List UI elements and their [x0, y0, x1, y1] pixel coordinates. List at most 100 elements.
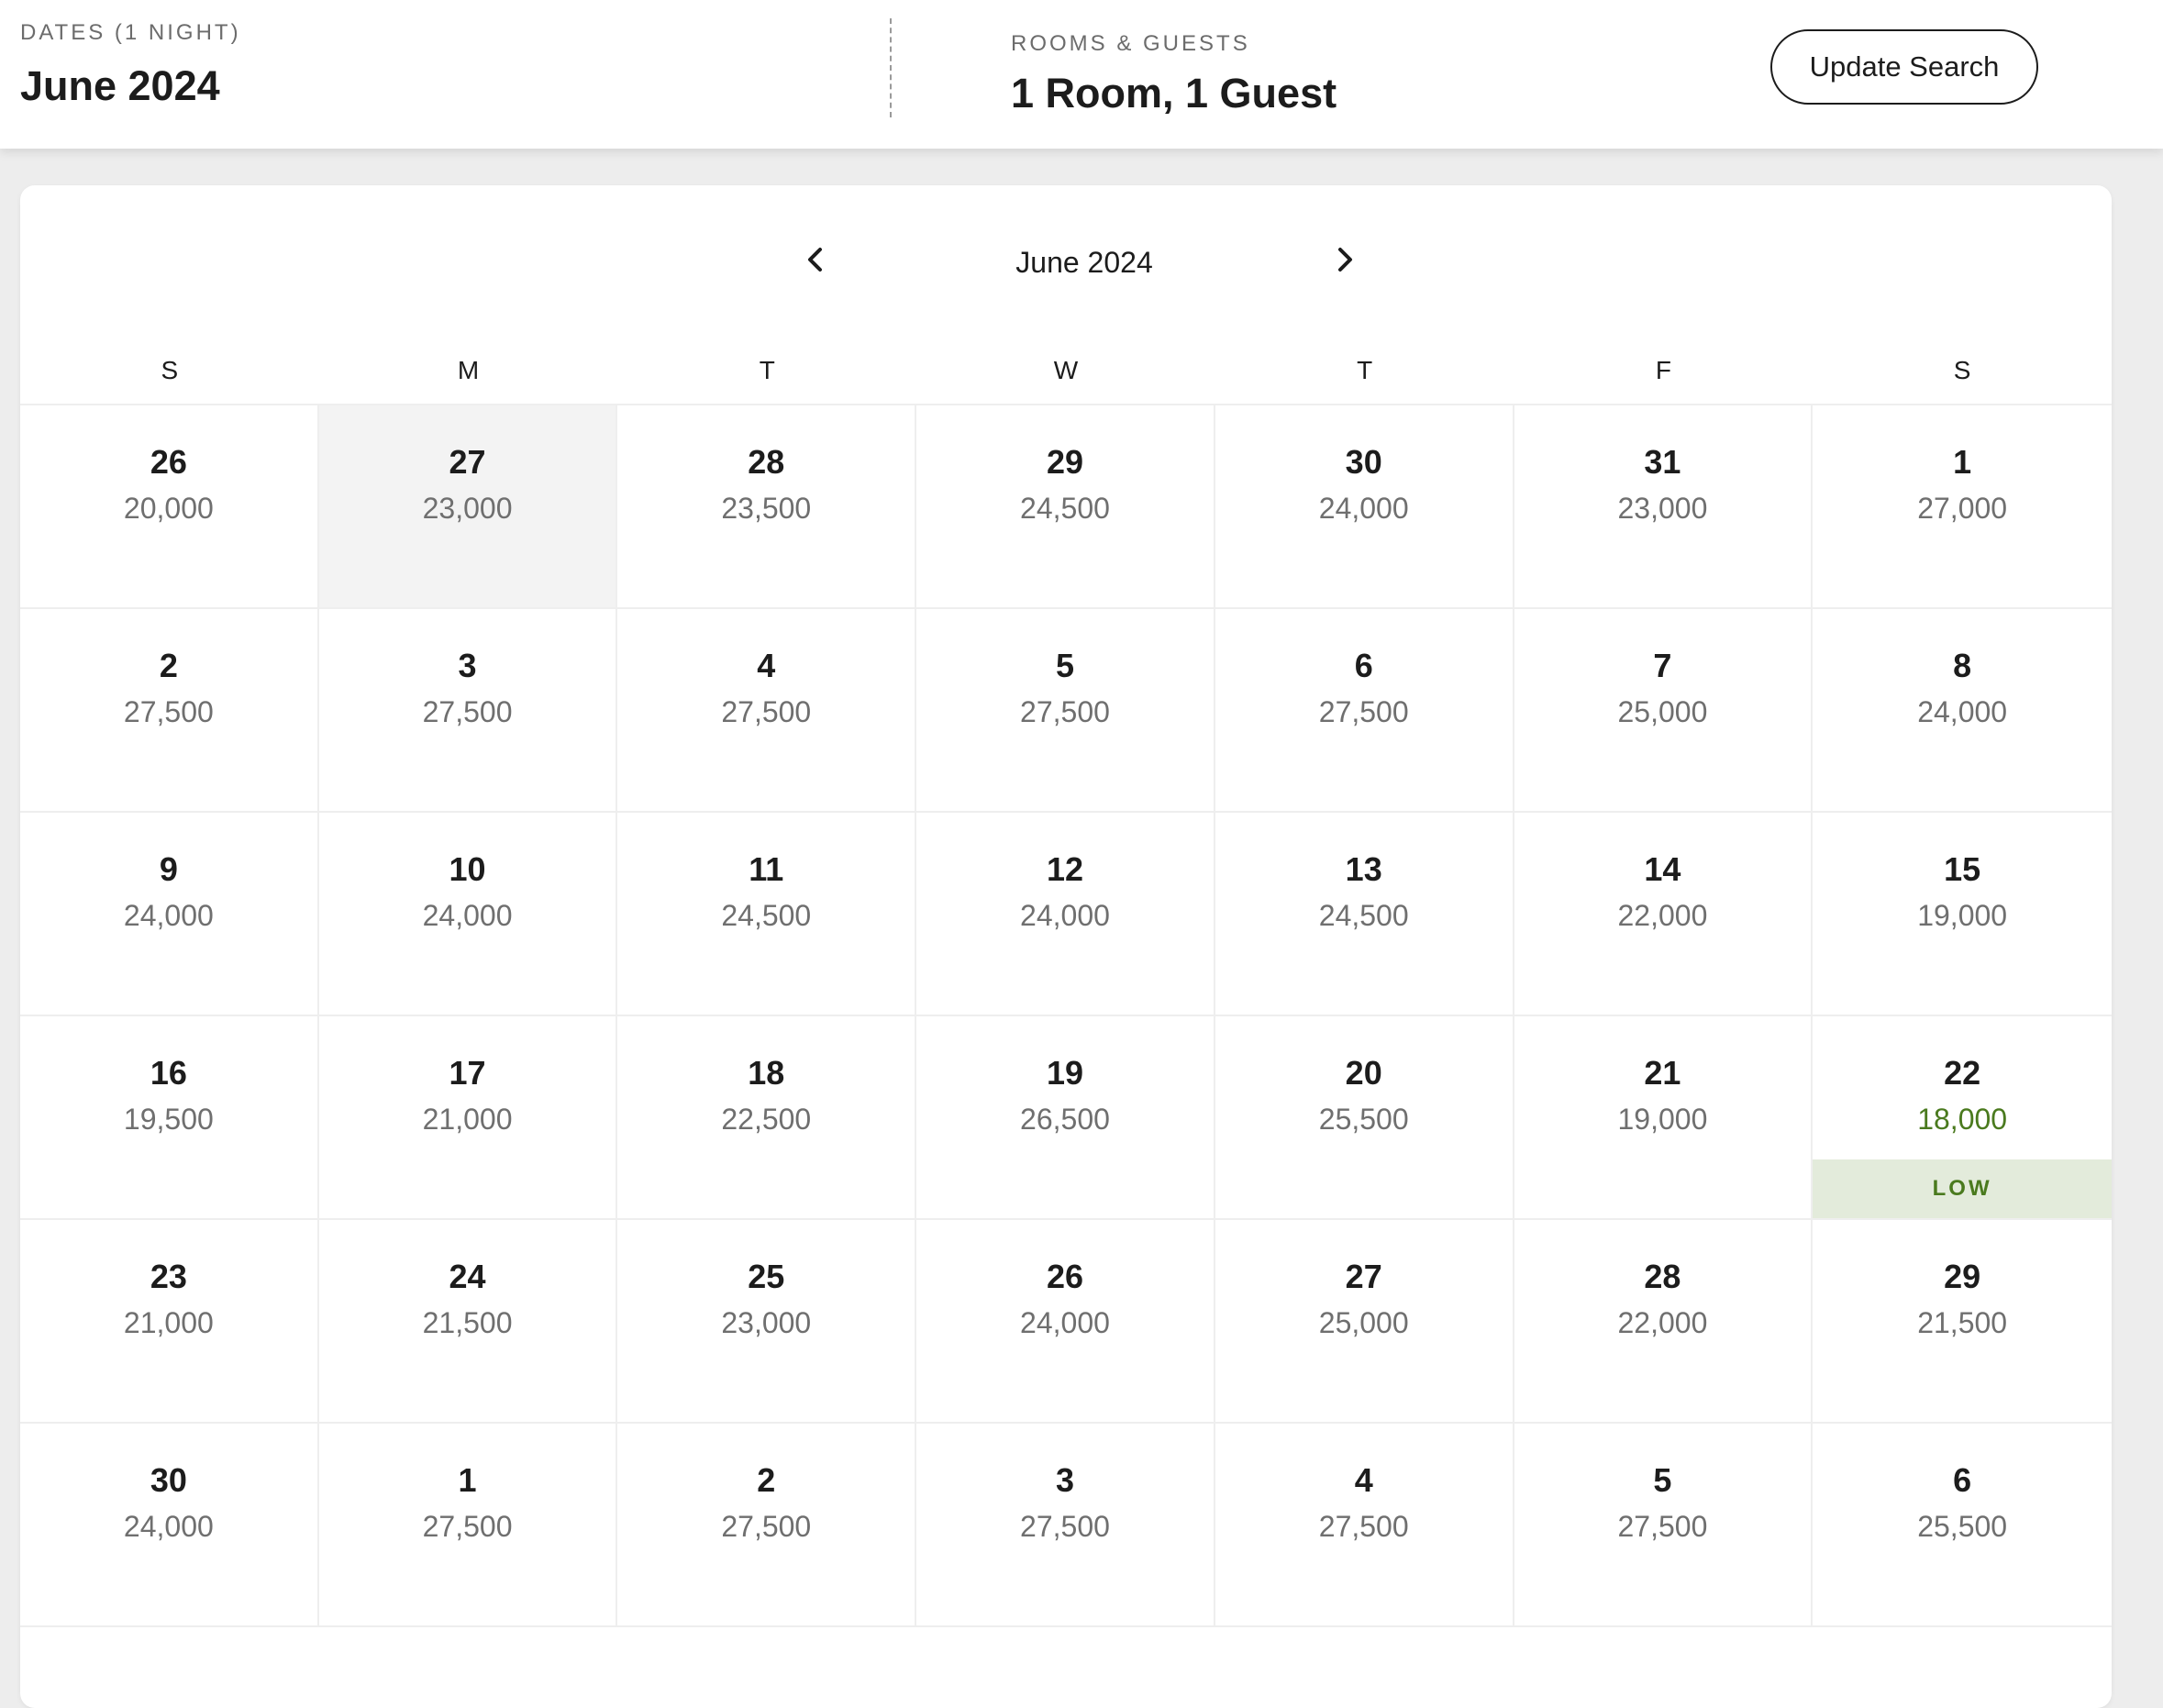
day-price: 24,500: [721, 899, 812, 932]
rooms-guests-label: ROOMS & GUESTS: [1011, 31, 1250, 56]
calendar-day-cell[interactable]: 29 24,500: [916, 405, 1215, 609]
calendar-day-cell[interactable]: 3 27,500: [318, 609, 618, 813]
day-price: 27,500: [123, 695, 214, 728]
month-navigation: June 2024: [20, 185, 2112, 323]
calendar-day-cell[interactable]: 19 26,500: [916, 1016, 1215, 1220]
calendar-day-cell[interactable]: 25 23,000: [617, 1220, 917, 1424]
month-title: June 2024: [1015, 246, 1153, 279]
calendar-day-cell[interactable]: 27 23,000: [318, 405, 618, 609]
day-price: 23,000: [422, 492, 513, 525]
search-bar: DATES (1 NIGHT) June 2024 ROOMS & GUESTS…: [0, 0, 2163, 149]
calendar-day-cell[interactable]: 9 24,000: [20, 813, 319, 1016]
calendar-day-cell[interactable]: 21 19,000: [1514, 1016, 1814, 1220]
day-price: 21,500: [422, 1306, 513, 1339]
calendar-day-cell[interactable]: 1 27,000: [1813, 405, 2112, 609]
day-number: 6: [1354, 647, 1373, 684]
calendar-day-cell[interactable]: 31 23,000: [1514, 405, 1814, 609]
day-number: 1: [458, 1461, 477, 1499]
calendar-day-cell[interactable]: 30 24,000: [20, 1424, 319, 1627]
day-number: 23: [150, 1258, 187, 1295]
calendar-day-cell[interactable]: 5 27,500: [916, 609, 1215, 813]
calendar-day-cell[interactable]: 16 19,500: [20, 1016, 319, 1220]
day-price: 21,500: [1917, 1306, 2008, 1339]
day-number: 27: [1345, 1258, 1382, 1295]
day-number: 6: [1953, 1461, 1972, 1499]
day-number: 15: [1944, 850, 1981, 888]
weekday-fri: F: [1655, 356, 1671, 384]
day-number: 29: [1944, 1258, 1981, 1295]
dates-value[interactable]: June 2024: [20, 62, 241, 110]
day-price: 26,500: [1020, 1103, 1110, 1136]
day-number: 17: [449, 1054, 486, 1092]
day-price: 18,000: [1917, 1103, 2008, 1136]
calendar-day-cell[interactable]: 26 24,000: [916, 1220, 1215, 1424]
calendar-day-cell[interactable]: 6 25,500: [1813, 1424, 2112, 1627]
calendar-day-cell[interactable]: 18 22,500: [617, 1016, 917, 1220]
day-price: 24,000: [1020, 1306, 1110, 1339]
rooms-guests-value[interactable]: 1 Room, 1 Guest: [1011, 70, 1337, 117]
weekday-sat: S: [1953, 356, 1971, 384]
day-number: 29: [1046, 443, 1084, 481]
field-divider: [890, 18, 892, 117]
day-price: 21,000: [422, 1103, 513, 1136]
calendar-day-cell[interactable]: 7 25,000: [1514, 609, 1814, 813]
calendar-day-cell[interactable]: 3 27,500: [916, 1424, 1215, 1627]
day-price: 24,000: [1917, 695, 2008, 728]
day-number: 24: [449, 1258, 486, 1295]
dates-field[interactable]: DATES (1 NIGHT) June 2024: [20, 20, 241, 110]
next-month-button[interactable]: [1322, 237, 1368, 283]
day-number: 16: [150, 1054, 187, 1092]
day-price: 24,500: [1318, 899, 1409, 932]
calendar-day-cell[interactable]: 29 21,500: [1813, 1220, 2112, 1424]
calendar-day-cell[interactable]: 11 24,500: [617, 813, 917, 1016]
rooms-guests-field[interactable]: ROOMS & GUESTS 1 Room, 1 Guest: [1011, 31, 1337, 117]
calendar-day-cell[interactable]: 27 25,000: [1215, 1220, 1514, 1424]
calendar-day-cell[interactable]: 8 24,000: [1813, 609, 2112, 813]
calendar-day-cell[interactable]: 10 24,000: [318, 813, 618, 1016]
day-number: 9: [159, 850, 178, 888]
day-number: 8: [1953, 647, 1972, 684]
calendar-day-cell[interactable]: 28 23,500: [617, 405, 917, 609]
calendar-day-cell[interactable]: 14 22,000: [1514, 813, 1814, 1016]
day-price: 25,000: [1617, 695, 1708, 728]
day-price: 21,000: [123, 1306, 214, 1339]
calendar-day-cell[interactable]: 24 21,500: [318, 1220, 618, 1424]
day-price: 27,500: [721, 695, 812, 728]
calendar-day-cell[interactable]: 13 24,500: [1215, 813, 1514, 1016]
calendar-day-cell[interactable]: 28 22,000: [1514, 1220, 1814, 1424]
day-price: 19,000: [1617, 1103, 1708, 1136]
calendar-day-cell[interactable]: 4 27,500: [1215, 1424, 1514, 1627]
day-price: 27,500: [1020, 695, 1110, 728]
calendar-day-cell[interactable]: 20 25,500: [1215, 1016, 1514, 1220]
calendar-day-cell[interactable]: 30 24,000: [1215, 405, 1514, 609]
day-price: 23,500: [721, 492, 812, 525]
calendar-day-cell[interactable]: 5 27,500: [1514, 1424, 1814, 1627]
calendar-day-cell[interactable]: 4 27,500: [617, 609, 917, 813]
day-price: 22,000: [1617, 899, 1708, 932]
calendar-day-cell[interactable]: 17 21,000: [318, 1016, 618, 1220]
weekday-wed: W: [1053, 356, 1079, 384]
calendar-day-cell[interactable]: 6 27,500: [1215, 609, 1514, 813]
calendar-day-cell[interactable]: 2 27,500: [617, 1424, 917, 1627]
day-price: 24,000: [422, 899, 513, 932]
day-number: 2: [757, 1461, 776, 1499]
calendar-day-cell[interactable]: 12 24,000: [916, 813, 1215, 1016]
day-number: 30: [1345, 443, 1382, 481]
day-number: 10: [449, 850, 486, 888]
day-number: 21: [1644, 1054, 1681, 1092]
calendar-day-cell[interactable]: 1 27,500: [318, 1424, 618, 1627]
day-number: 4: [757, 647, 776, 684]
calendar-day-cell[interactable]: 23 21,000: [20, 1220, 319, 1424]
day-number: 30: [150, 1461, 187, 1499]
day-number: 27: [449, 443, 486, 481]
day-number: 4: [1354, 1461, 1373, 1499]
calendar-day-cell[interactable]: 22 18,000 LOW: [1813, 1016, 2112, 1220]
weekday-sun: S: [161, 356, 179, 384]
day-number: 26: [1046, 1258, 1084, 1295]
prev-month-button[interactable]: [793, 237, 838, 283]
calendar-day-cell[interactable]: 15 19,000: [1813, 813, 2112, 1016]
calendar-day-cell[interactable]: 2 27,500: [20, 609, 319, 813]
day-price: 23,000: [1617, 492, 1708, 525]
calendar-day-cell[interactable]: 26 20,000: [20, 405, 319, 609]
update-search-button[interactable]: Update Search: [1770, 29, 2038, 105]
